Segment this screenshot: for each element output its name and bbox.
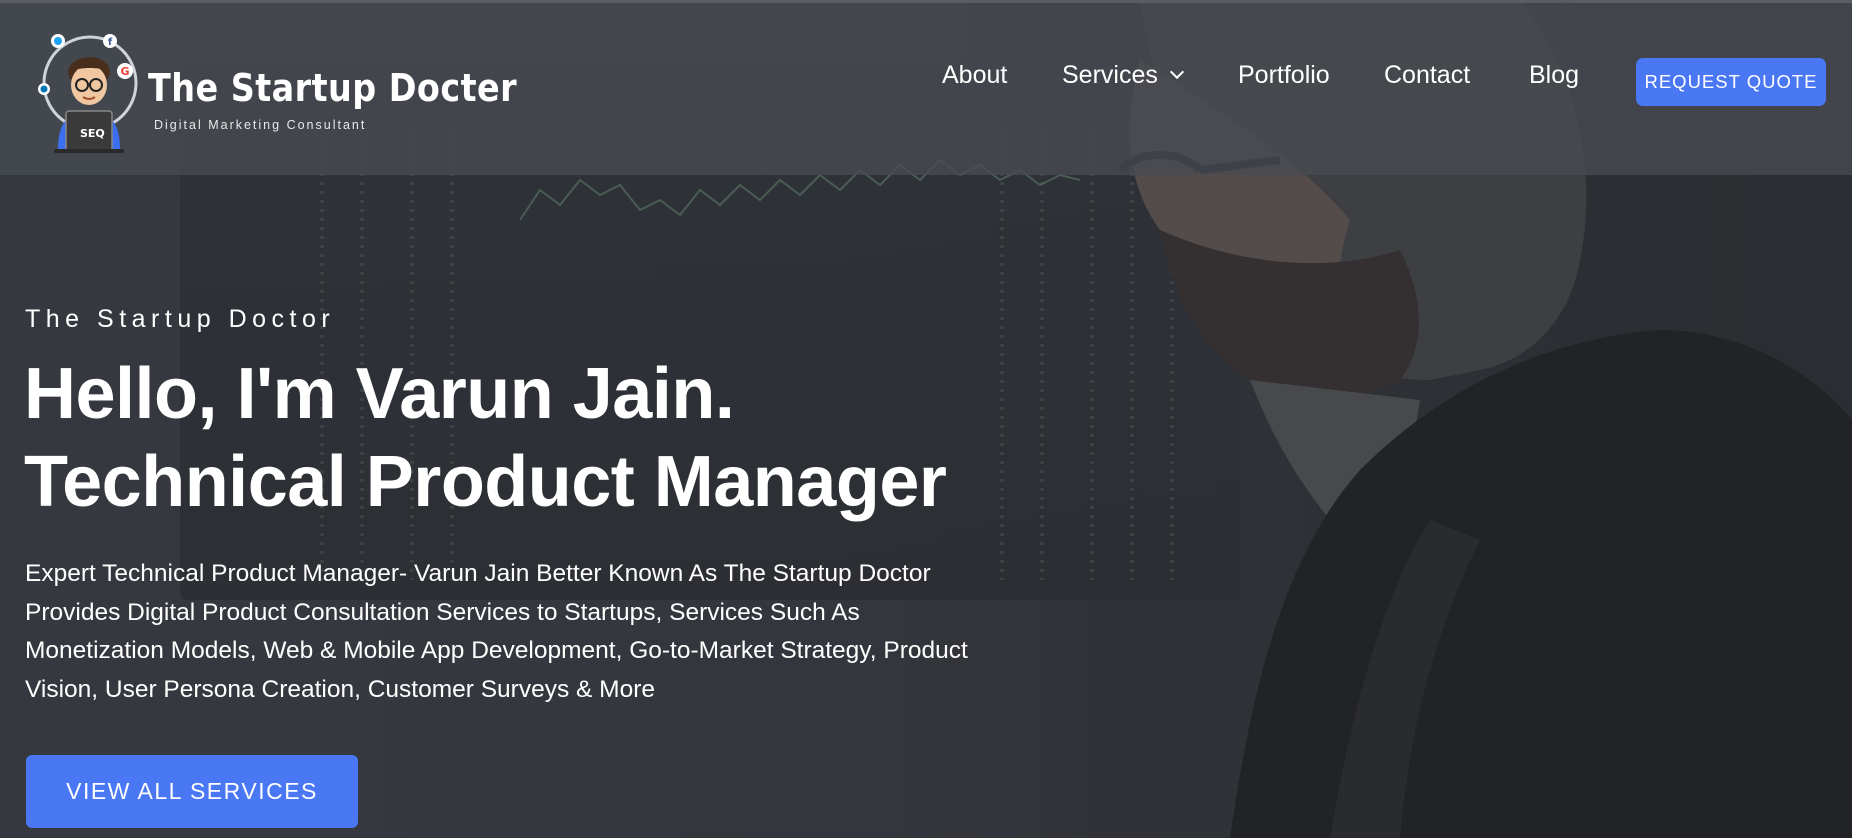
nav-services-label: Services: [1062, 61, 1158, 89]
site-logo[interactable]: f G SEQ The Startup Docter Digital Marke…: [38, 31, 517, 156]
facebook-icon: f: [108, 37, 113, 48]
doctor-avatar-logo-icon: f G SEQ: [38, 34, 138, 153]
hero-description: Expert Technical Product Manager- Varun …: [25, 555, 1085, 709]
twitter-icon: [54, 37, 62, 45]
chevron-down-icon: [1169, 64, 1184, 80]
nav-blog-label: Blog: [1529, 61, 1580, 89]
nav-about[interactable]: About: [942, 61, 1007, 90]
hero-eyebrow: The Startup Doctor: [25, 305, 336, 333]
hero-headline: Hello, I'm Varun Jain. Technical Product…: [24, 350, 947, 526]
hero-description-line: Provides Digital Product Consultation Se…: [25, 598, 860, 626]
site-header: f G SEQ The Startup Docter Digital Marke…: [0, 0, 1852, 175]
brand-title: The Startup Docter: [148, 66, 518, 110]
request-quote-button[interactable]: REQUEST QUOTE: [1636, 58, 1826, 106]
brand-subtitle: Digital Marketing Consultant: [154, 118, 367, 132]
view-all-services-button[interactable]: VIEW ALL SERVICES: [26, 755, 358, 828]
nav-contact-label: Contact: [1384, 61, 1471, 89]
nav-contact[interactable]: Contact: [1384, 61, 1470, 90]
nav-services[interactable]: Services: [1062, 61, 1184, 90]
hero-description-line: Vision, User Persona Creation, Customer …: [25, 675, 655, 703]
hero-description-line: Monetization Models, Web & Mobile App De…: [25, 637, 968, 664]
hero-description-line: Expert Technical Product Manager- Varun …: [25, 560, 931, 587]
seo-badge-text: SEQ: [80, 127, 105, 140]
nav-about-label: About: [942, 61, 1008, 89]
google-icon: G: [120, 65, 129, 78]
nav-portfolio-label: Portfolio: [1238, 61, 1330, 89]
nav-portfolio[interactable]: Portfolio: [1238, 61, 1330, 90]
nav-blog[interactable]: Blog: [1529, 61, 1579, 90]
hero-headline-line-1: Hello, I'm Varun Jain.: [24, 354, 735, 434]
linkedin-icon: [40, 85, 48, 93]
hero-headline-line-2: Technical Product Manager: [24, 442, 947, 522]
